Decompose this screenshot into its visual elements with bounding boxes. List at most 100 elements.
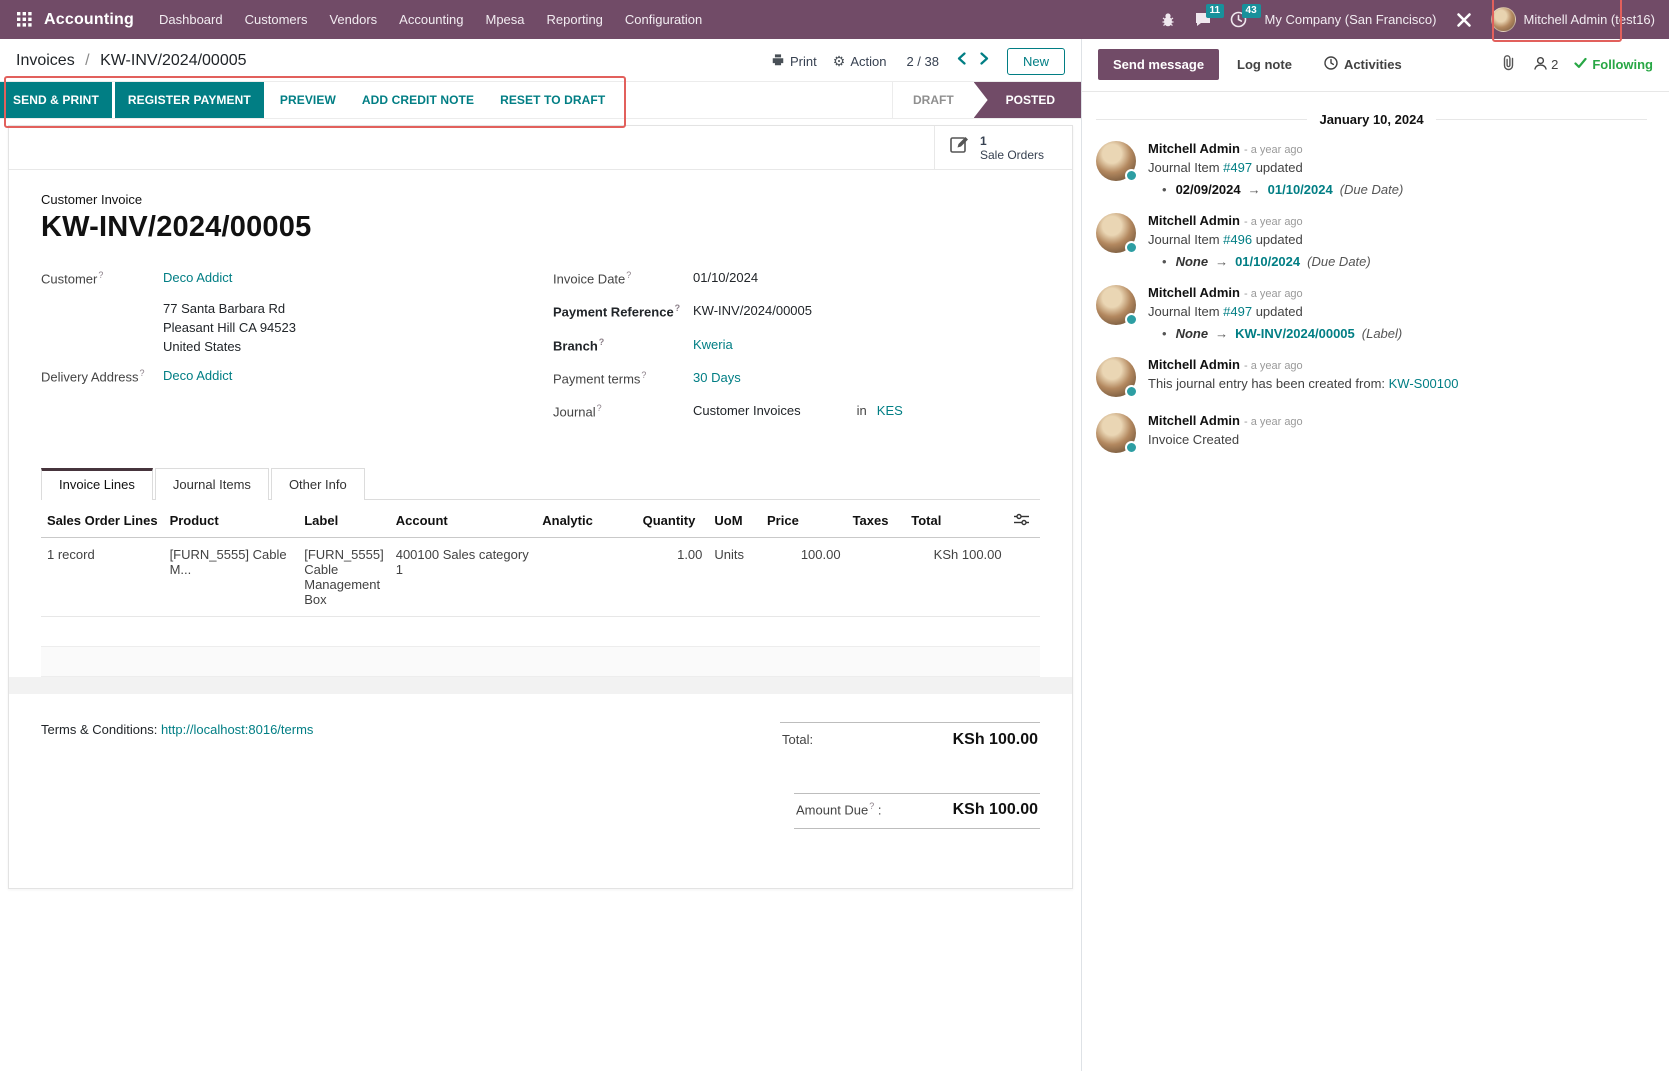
journal-item-link[interactable]: #497	[1223, 304, 1252, 319]
invoice-line-row[interactable]: 1 record [FURN_5555] Cable M... [FURN_55…	[41, 537, 1040, 616]
col-uom[interactable]: UoM	[708, 504, 761, 538]
message-time: - a year ago	[1244, 416, 1303, 428]
nav-item-dashboard[interactable]: Dashboard	[148, 0, 234, 39]
tools-icon[interactable]	[1455, 11, 1473, 29]
nav-item-customers[interactable]: Customers	[234, 0, 319, 39]
delivery-address-value[interactable]: Deco Addict	[163, 368, 232, 384]
send-message-button[interactable]: Send message	[1098, 49, 1219, 80]
col-account[interactable]: Account	[390, 504, 537, 538]
nav-item-reporting[interactable]: Reporting	[536, 0, 614, 39]
col-taxes[interactable]: Taxes	[847, 504, 906, 538]
branch-label: Branch?	[553, 337, 693, 353]
cell-quantity[interactable]: 1.00	[637, 537, 709, 616]
message-author[interactable]: Mitchell Admin	[1148, 213, 1240, 228]
nav-item-mpesa[interactable]: Mpesa	[475, 0, 536, 39]
optional-columns-icon[interactable]	[1008, 504, 1040, 538]
nav-item-configuration[interactable]: Configuration	[614, 0, 713, 39]
app-title[interactable]: Accounting	[44, 11, 134, 29]
control-panel: Invoices / KW-INV/2024/00005 Print ⚙ Act…	[0, 39, 1081, 81]
payment-reference-value[interactable]: KW-INV/2024/00005	[693, 303, 812, 319]
sale-orders-smart-button[interactable]: 1 Sale Orders	[934, 126, 1072, 169]
messages-icon[interactable]: 11	[1194, 11, 1212, 28]
cell-total[interactable]: KSh 100.00	[905, 537, 1007, 616]
chatter-message: Mitchell Admin - a year ago Journal Item …	[1096, 285, 1647, 341]
col-price[interactable]: Price	[761, 504, 847, 538]
send-and-print-button[interactable]: SEND & PRINT	[0, 82, 112, 118]
cell-analytic[interactable]	[536, 537, 636, 616]
activities-clock-icon[interactable]: 43	[1230, 11, 1247, 28]
breadcrumb-invoices[interactable]: Invoices	[16, 52, 75, 69]
journal-item-link[interactable]: #497	[1223, 160, 1252, 175]
cell-uom[interactable]: Units	[708, 537, 761, 616]
message-author[interactable]: Mitchell Admin	[1148, 357, 1240, 372]
message-author[interactable]: Mitchell Admin	[1148, 413, 1240, 428]
tab-journal-items[interactable]: Journal Items	[155, 468, 269, 500]
col-analytic[interactable]: Analytic	[536, 504, 636, 538]
message-author[interactable]: Mitchell Admin	[1148, 285, 1240, 300]
cell-product[interactable]: [FURN_5555] Cable M...	[164, 537, 299, 616]
journal-currency-value[interactable]: KES	[877, 403, 903, 419]
col-product[interactable]: Product	[164, 504, 299, 538]
user-name: Mitchell Admin (test16)	[1524, 12, 1656, 27]
attachment-paperclip-icon[interactable]	[1501, 54, 1517, 76]
cell-account[interactable]: 400100 Sales category 1	[390, 537, 537, 616]
cell-label[interactable]: [FURN_5555] Cable Management Box	[298, 537, 389, 616]
tab-other-info[interactable]: Other Info	[271, 468, 365, 500]
date-divider: January 10, 2024	[1096, 112, 1647, 127]
message-time: - a year ago	[1244, 144, 1303, 156]
terms-link[interactable]: http://localhost:8016/terms	[161, 722, 313, 737]
payment-reference-label: Payment Reference?	[553, 303, 693, 319]
message-time: - a year ago	[1244, 288, 1303, 300]
nav-item-accounting[interactable]: Accounting	[388, 0, 474, 39]
branch-value[interactable]: Kweria	[693, 337, 733, 353]
nav-item-vendors[interactable]: Vendors	[318, 0, 388, 39]
invoice-date-value[interactable]: 01/10/2024	[693, 270, 758, 286]
col-label[interactable]: Label	[298, 504, 389, 538]
pager-next-icon[interactable]	[980, 52, 989, 70]
action-menu-button[interactable]: ⚙ Action	[833, 53, 887, 70]
add-credit-note-button[interactable]: ADD CREDIT NOTE	[349, 82, 487, 118]
journal-item-link[interactable]: #496	[1223, 232, 1252, 247]
arrow-right-icon: →	[1248, 182, 1261, 197]
document-type-label: Customer Invoice	[41, 192, 1040, 207]
cell-sales-order-lines[interactable]: 1 record	[41, 537, 164, 616]
company-switcher[interactable]: My Company (San Francisco)	[1265, 12, 1437, 27]
cell-taxes[interactable]	[847, 537, 906, 616]
followers-button[interactable]: 2	[1533, 56, 1558, 74]
message-body: This journal entry has been created from…	[1148, 375, 1647, 394]
message-body: Journal Item #497 updated	[1148, 303, 1647, 322]
col-total[interactable]: Total	[905, 504, 1007, 538]
following-button[interactable]: Following	[1574, 57, 1653, 72]
main-content: Invoices / KW-INV/2024/00005 Print ⚙ Act…	[0, 39, 1082, 1071]
state-draft[interactable]: DRAFT	[893, 82, 974, 118]
activities-button[interactable]: Activities	[1310, 48, 1416, 81]
new-button[interactable]: New	[1007, 48, 1065, 75]
journal-value[interactable]: Customer Invoices	[693, 403, 801, 419]
customer-value[interactable]: Deco Addict	[163, 270, 232, 286]
journal-in-text: in	[857, 403, 867, 419]
cell-price[interactable]: 100.00	[761, 537, 847, 616]
preview-button[interactable]: PREVIEW	[267, 82, 349, 118]
person-icon	[1533, 56, 1548, 74]
log-note-button[interactable]: Log note	[1223, 49, 1306, 80]
chatter-message: Mitchell Admin- a year ago Journal Item …	[1096, 213, 1647, 269]
invoice-form-sheet: 1 Sale Orders Customer Invoice KW-INV/20…	[8, 125, 1073, 889]
tab-invoice-lines[interactable]: Invoice Lines	[41, 468, 153, 500]
totals-panel: Total: KSh 100.00 Amount Due? : KSh 100.…	[780, 722, 1040, 829]
print-button[interactable]: Print	[771, 53, 817, 70]
message-thread: January 10, 2024 Mitchell Admin - a year …	[1082, 92, 1669, 453]
online-presence-dot	[1125, 385, 1138, 398]
message-author[interactable]: Mitchell Admin	[1148, 141, 1240, 156]
user-menu[interactable]: Mitchell Admin (test16)	[1491, 7, 1656, 32]
register-payment-button[interactable]: REGISTER PAYMENT	[115, 82, 264, 118]
message-body: Invoice Created	[1148, 431, 1647, 450]
pager-previous-icon[interactable]	[957, 52, 966, 70]
col-quantity[interactable]: Quantity	[637, 504, 709, 538]
online-presence-dot	[1125, 169, 1138, 182]
source-document-link[interactable]: KW-S00100	[1389, 376, 1459, 391]
payment-terms-value[interactable]: 30 Days	[693, 370, 741, 386]
col-sales-order-lines[interactable]: Sales Order Lines	[41, 504, 164, 538]
reset-to-draft-button[interactable]: RESET TO DRAFT	[487, 82, 618, 118]
debug-bug-icon[interactable]	[1160, 12, 1176, 28]
apps-grid-icon[interactable]	[10, 6, 38, 34]
